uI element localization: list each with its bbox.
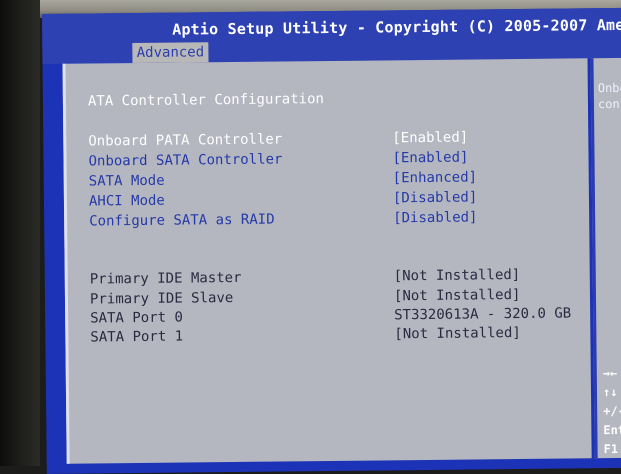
setting-value[interactable]: [Enabled]	[392, 150, 468, 167]
monitor-bezel-left	[0, 0, 40, 466]
tab-advanced[interactable]: Advanced	[132, 42, 209, 64]
bios-screen: Aptio Setup Utility - Copyright (C) 2005…	[42, 7, 621, 474]
device-value: [Not Installed]	[394, 325, 521, 343]
setting-label: AHCI Mode	[88, 192, 165, 210]
section-title: ATA Controller Configuration	[87, 91, 325, 110]
left-right-arrows-icon: →←	[602, 365, 618, 381]
setting-label: Configure SATA as RAID	[89, 211, 275, 230]
setting-label: Onboard PATA Controller	[88, 131, 283, 150]
setting-value[interactable]: [Enhanced]	[393, 169, 477, 186]
app-title: Aptio Setup Utility - Copyright (C) 2005…	[172, 15, 621, 39]
key-hints: →← ↑↓ +/- Enter F1	[603, 364, 621, 459]
device-value: [Not Installed]	[393, 287, 521, 305]
device-value: [Not Installed]	[393, 267, 521, 285]
help-line: Onbo	[597, 80, 621, 96]
f1-key-hint: F1	[603, 441, 619, 457]
device-label: Primary IDE Slave	[89, 290, 234, 308]
device-label: SATA Port 1	[90, 328, 184, 346]
main-panel: ATA Controller Configuration Onboard PAT…	[62, 58, 592, 464]
title-bar: Aptio Setup Utility - Copyright (C) 2005…	[42, 7, 621, 64]
device-label: Primary IDE Master	[89, 269, 242, 288]
help-text: Onbo cont	[598, 80, 621, 112]
setting-value[interactable]: [Disabled]	[393, 189, 477, 206]
setting-label: Onboard SATA Controller	[88, 151, 283, 170]
setting-value[interactable]: [Disabled]	[393, 209, 477, 226]
enter-key-hint: Enter	[603, 422, 621, 438]
setting-value[interactable]: [Enabled]	[392, 130, 468, 147]
change-value-hint: +/-	[603, 403, 621, 419]
setting-label: SATA Mode	[88, 172, 165, 190]
help-panel: Onbo cont →← ↑↓ +/- Enter F1	[590, 57, 621, 459]
device-value: ST3320613A - 320.0 GB	[394, 305, 572, 324]
device-label: SATA Port 0	[90, 309, 183, 327]
help-line: cont	[597, 96, 621, 112]
up-down-arrows-icon: ↑↓	[602, 384, 618, 400]
